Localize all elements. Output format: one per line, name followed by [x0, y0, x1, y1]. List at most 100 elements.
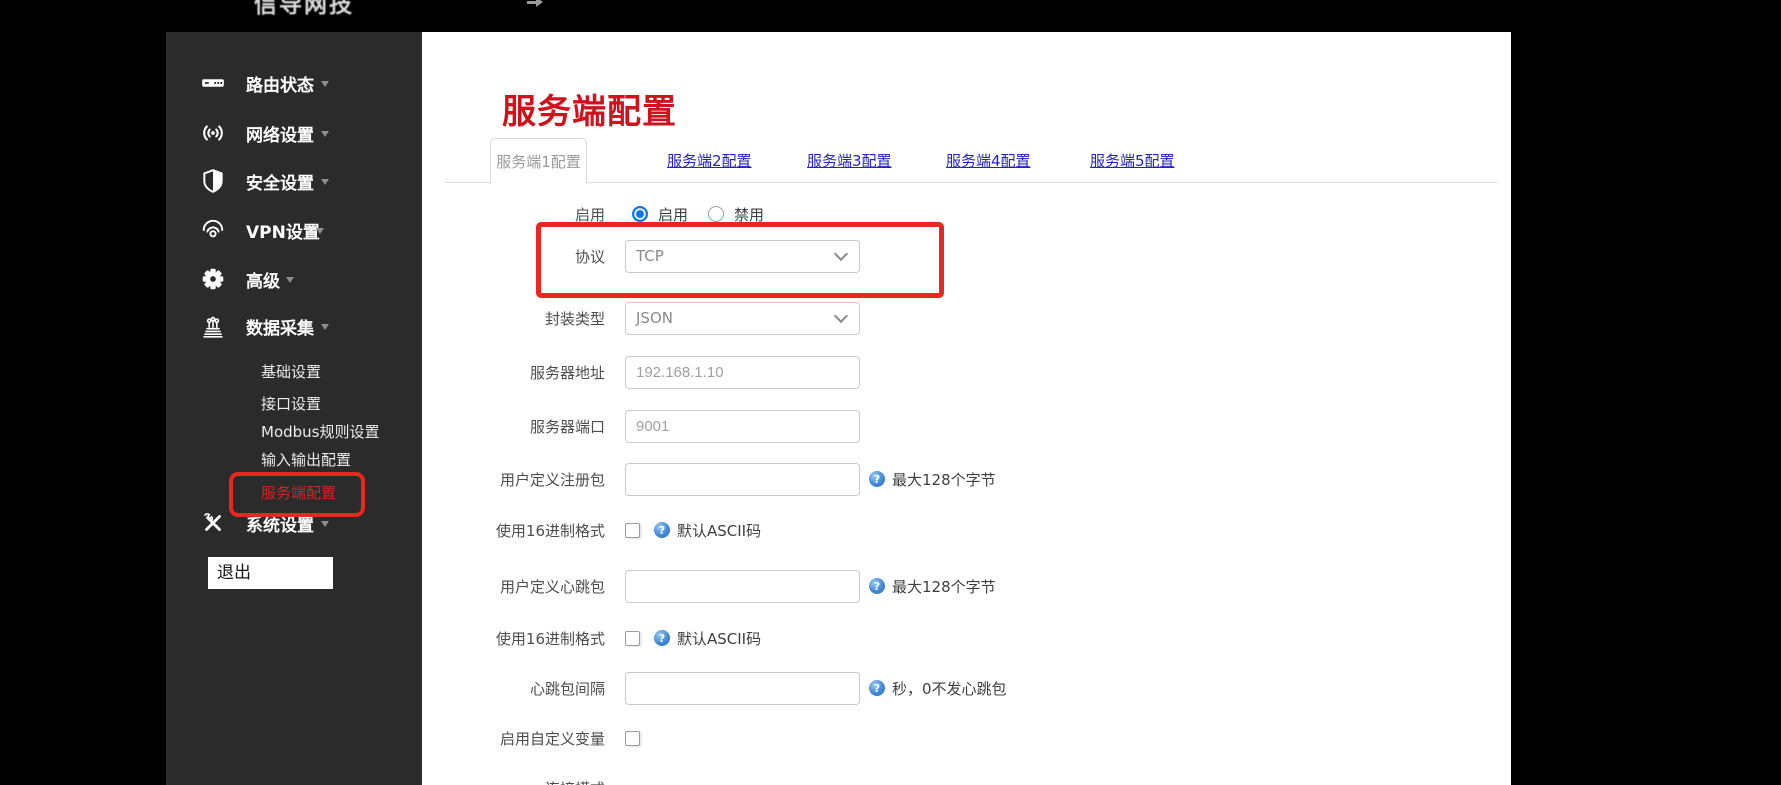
sidebar-item-label: 网络设置 [246, 121, 314, 146]
field-hint: ? 最大128个字节 [869, 469, 996, 490]
hint-text: 秒，0不发心跳包 [892, 678, 1007, 699]
tab-server2[interactable]: 服务端2配置 [667, 150, 752, 171]
server-address-input[interactable] [625, 356, 860, 389]
field-label: 使用16进制格式 [422, 628, 605, 649]
field-label: 协议 [422, 246, 605, 267]
field-hint: ? 默认ASCII码 [654, 520, 761, 541]
radio-enable-on[interactable] [632, 206, 648, 222]
sidebar-item-label: 数据采集 [246, 314, 314, 339]
encapsulation-select[interactable]: JSON [625, 302, 860, 335]
shield-icon [199, 167, 227, 195]
hex-format-2-checkbox[interactable] [625, 631, 640, 646]
help-icon[interactable]: ? [869, 680, 885, 696]
field-label: 用户定义心跳包 [422, 576, 605, 597]
sidebar-item-network-settings[interactable]: 网络设置 [166, 119, 422, 147]
tools-icon [199, 509, 227, 537]
gear-icon [199, 265, 227, 293]
chevron-down-icon [321, 521, 329, 531]
wifi-dome-icon [199, 216, 227, 244]
register-packet-input[interactable] [625, 463, 860, 496]
sidebar-item-advanced[interactable]: 高级 [166, 265, 422, 293]
hint-text: 最大128个字节 [892, 469, 996, 490]
radio-option-label: 启用 [658, 204, 688, 225]
chevron-down-icon [834, 247, 848, 261]
form-row-custom-variable: 启用自定义变量 [422, 728, 640, 748]
main-content: 服务端配置 服务端1配置 服务端2配置 服务端3配置 服务端4配置 服务端5配置… [422, 32, 1511, 785]
sidebar-item-label: 系统设置 [246, 511, 314, 536]
field-label: 心跳包间隔 [422, 678, 605, 699]
custom-variable-checkbox[interactable] [625, 731, 640, 746]
chevron-down-icon [321, 131, 329, 141]
select-value: JSON [636, 309, 673, 327]
hex-format-1-checkbox[interactable] [625, 523, 640, 538]
sidebar-item-io-config[interactable]: 输入输出配置 [261, 448, 351, 472]
form-row-protocol: 协议 TCP [422, 239, 860, 273]
page: 信导网技 路由状态 网络设置 安全设置 [0, 0, 1781, 785]
sidebar: 路由状态 网络设置 安全设置 VPN设置 [166, 32, 422, 785]
field-label: 封装类型 [422, 308, 605, 329]
heartbeat-interval-input[interactable] [625, 672, 860, 705]
help-icon[interactable]: ? [869, 471, 885, 487]
sidebar-item-interface-settings[interactable]: 接口设置 [261, 392, 321, 416]
arrow-right-icon [527, 1, 541, 4]
form-row-enable: 启用 启用 禁用 [422, 197, 784, 231]
field-label: 启用 [422, 204, 605, 225]
chevron-down-icon [316, 228, 324, 238]
server-port-input[interactable] [625, 410, 860, 443]
tab-server4[interactable]: 服务端4配置 [946, 150, 1031, 171]
form-row-hex-format-2: 使用16进制格式 ? 默认ASCII码 [422, 628, 761, 648]
select-value: TCP [636, 247, 664, 265]
help-icon[interactable]: ? [869, 578, 885, 594]
brand-logo: 信导网技 [254, 0, 354, 19]
page-title: 服务端配置 [502, 84, 677, 133]
help-icon[interactable]: ? [654, 630, 670, 646]
chevron-down-icon [321, 179, 329, 189]
tab-server1[interactable]: 服务端1配置 [490, 138, 587, 184]
field-label: 用户定义注册包 [422, 469, 605, 490]
chevron-down-icon [286, 277, 294, 287]
sidebar-item-label: VPN设置 [246, 218, 320, 243]
logout-button[interactable]: 退出 [208, 557, 333, 589]
sidebar-item-label: 高级 [246, 267, 280, 292]
heartbeat-packet-input[interactable] [625, 570, 860, 603]
form-row-encapsulation: 封装类型 JSON [422, 301, 860, 335]
tab-server5[interactable]: 服务端5配置 [1090, 150, 1175, 171]
sidebar-item-basic-settings[interactable]: 基础设置 [261, 360, 321, 384]
protocol-select[interactable]: TCP [625, 240, 860, 273]
tab-server3[interactable]: 服务端3配置 [807, 150, 892, 171]
radio-enable-off[interactable] [708, 206, 724, 222]
partial-field-label: 连接模式 [422, 778, 605, 785]
sidebar-item-modbus-rules[interactable]: Modbus规则设置 [261, 420, 379, 444]
radio-option-label: 禁用 [734, 204, 764, 225]
form-row-hex-format-1: 使用16进制格式 ? 默认ASCII码 [422, 520, 761, 540]
form-row-register-packet: 用户定义注册包 ? 最大128个字节 [422, 462, 996, 496]
help-icon[interactable]: ? [654, 522, 670, 538]
sidebar-item-router-status[interactable]: 路由状态 [166, 69, 422, 97]
hint-text: 默认ASCII码 [677, 628, 761, 649]
top-bar: 信导网技 [0, 0, 1781, 32]
sidebar-item-label: 路由状态 [246, 71, 314, 96]
chevron-down-icon [834, 309, 848, 323]
field-label: 服务器端口 [422, 416, 605, 437]
field-hint: ? 默认ASCII码 [654, 628, 761, 649]
chevron-down-icon [321, 324, 329, 334]
sidebar-item-security-settings[interactable]: 安全设置 [166, 167, 422, 195]
router-icon [199, 69, 227, 97]
hint-text: 默认ASCII码 [677, 520, 761, 541]
form-row-heartbeat-packet: 用户定义心跳包 ? 最大128个字节 [422, 569, 996, 603]
tab-divider [445, 182, 1497, 183]
form-row-server-port: 服务器端口 [422, 409, 860, 443]
sidebar-item-label: 安全设置 [246, 169, 314, 194]
sidebar-item-server-config[interactable]: 服务端配置 [261, 481, 336, 505]
field-hint: ? 最大128个字节 [869, 576, 996, 597]
form-row-server-address: 服务器地址 [422, 355, 860, 389]
field-label: 启用自定义变量 [422, 728, 605, 749]
field-label: 使用16进制格式 [422, 520, 605, 541]
field-hint: ? 秒，0不发心跳包 [869, 678, 1007, 699]
signal-icon [199, 119, 227, 147]
hint-text: 最大128个字节 [892, 576, 996, 597]
form-row-heartbeat-interval: 心跳包间隔 ? 秒，0不发心跳包 [422, 671, 1007, 705]
sidebar-item-system-settings[interactable]: 系统设置 [166, 509, 422, 537]
sidebar-item-data-collection[interactable]: 数据采集 [166, 312, 422, 340]
sidebar-item-vpn-settings[interactable]: VPN设置 [166, 216, 422, 244]
